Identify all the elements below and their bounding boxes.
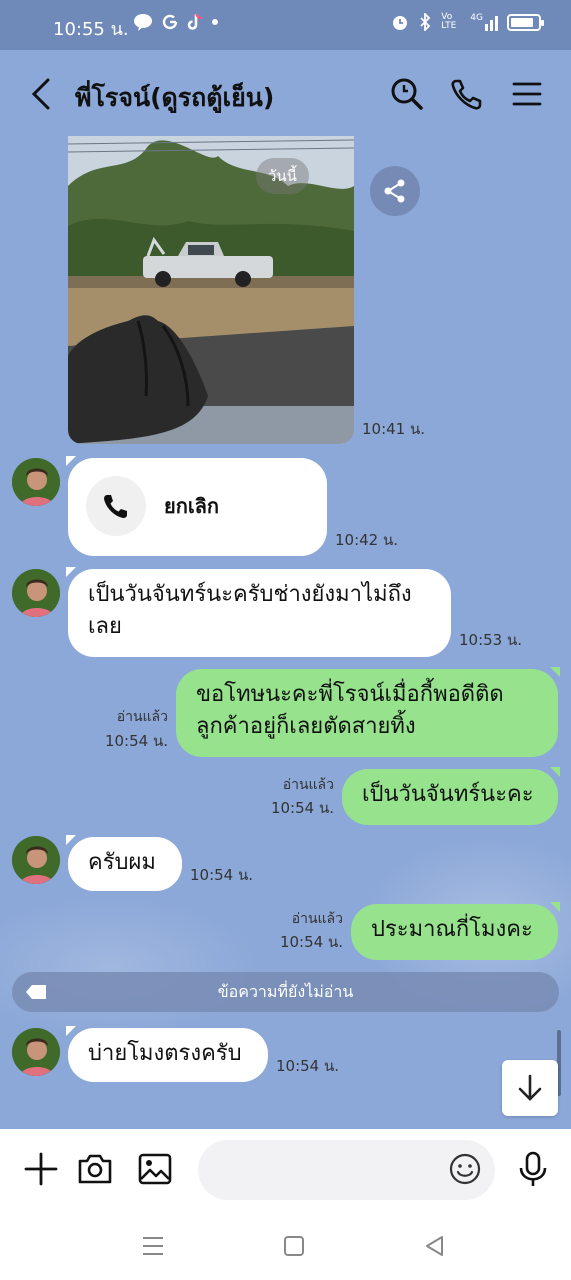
message-time: 10:54 น.	[190, 866, 254, 884]
read-receipt: อ่านแล้ว	[282, 777, 334, 793]
background-cloud	[0, 896, 260, 1036]
incoming-message[interactable]: เป็นวันจันทร์นะครับช่างยังมาไม่ถึง เลย	[68, 569, 451, 657]
outgoing-message[interactable]: ประมาณกี่โมงคะ	[351, 904, 558, 960]
notification-icons	[133, 13, 219, 31]
menu-icon[interactable]	[509, 76, 545, 112]
alarm-icon	[393, 16, 408, 30]
message-time: 10:41 น.	[362, 420, 426, 438]
avatar[interactable]	[12, 836, 60, 884]
message-text-line: ขอโทษนะคะพี่โรจน์เมื่อกี้พอดีติด	[196, 682, 504, 707]
scroll-to-bottom-button[interactable]	[502, 1060, 558, 1116]
emoji-icon[interactable]	[449, 1153, 481, 1185]
search-icon[interactable]	[389, 76, 425, 112]
share-button[interactable]	[370, 166, 420, 216]
image-icon[interactable]	[137, 1151, 173, 1187]
phone-icon[interactable]	[449, 76, 485, 112]
contact-name[interactable]: พี่โรจน์(ดูรถตู้เย็น)	[75, 78, 274, 118]
bluetooth-icon	[420, 13, 431, 31]
line-icon	[134, 14, 152, 31]
message-time: 10:54 น.	[104, 732, 168, 750]
home-icon[interactable]	[281, 1233, 307, 1259]
system-icons: Vo LTE 4G	[391, 12, 544, 31]
back-button[interactable]	[28, 74, 58, 114]
incoming-message[interactable]: บ่ายโมงตรงครับ	[68, 1028, 268, 1082]
battery-icon	[507, 13, 544, 31]
tag-icon	[26, 985, 46, 999]
read-receipt: อ่านแล้ว	[116, 709, 168, 725]
outgoing-message[interactable]: เป็นวันจันทร์นะคะ	[342, 769, 558, 825]
message-text-line: เป็นวันจันทร์นะครับช่างยังมาไม่ถึง	[88, 582, 412, 607]
outgoing-message[interactable]: ขอโทษนะคะพี่โรจน์เมื่อกี้พอดีติด ลูกค้าอ…	[176, 669, 558, 757]
incoming-message[interactable]: ครับผม	[68, 837, 182, 891]
tiktok-icon	[187, 13, 203, 30]
chat-area[interactable]: วันนี้ 10:41 น. ยกเลิก 10:42 น. เป็นวันจ…	[0, 136, 571, 1129]
truck-photo	[68, 136, 354, 444]
microphone-icon[interactable]	[515, 1151, 551, 1187]
avatar[interactable]	[12, 1028, 60, 1076]
message-time: 10:42 น.	[335, 531, 399, 549]
status-time: 10:55 น.	[53, 19, 129, 40]
volte-icon: Vo LTE	[441, 12, 457, 31]
message-input-bar	[0, 1129, 571, 1211]
message-time: 10:54 น.	[279, 933, 343, 951]
call-message[interactable]: ยกเลิก	[68, 458, 327, 556]
date-pill: วันนี้	[256, 158, 309, 194]
call-status: ยกเลิก	[164, 494, 220, 518]
signal-icon: 4G	[470, 13, 498, 31]
google-icon	[162, 14, 178, 30]
message-time: 10:54 น.	[276, 1057, 340, 1075]
message-text-line: ลูกค้าอยู่ก็เลยตัดสายทิ้ง	[196, 714, 416, 739]
status-bar: 10:55 น. Vo LTE 4G	[0, 0, 571, 50]
avatar[interactable]	[12, 458, 60, 506]
avatar[interactable]	[12, 569, 60, 617]
message-text-line: เลย	[88, 614, 122, 639]
system-nav-bar	[0, 1211, 571, 1280]
message-time: 10:53 น.	[459, 631, 523, 649]
share-icon	[384, 179, 405, 203]
image-message[interactable]	[68, 136, 354, 444]
arrow-down-icon	[518, 1074, 542, 1101]
dot-icon	[212, 19, 218, 25]
back-nav-icon[interactable]	[422, 1233, 448, 1259]
unread-divider-label: ข้อความที่ยังไม่อ่าน	[217, 982, 354, 1001]
recent-apps-icon[interactable]	[140, 1233, 166, 1259]
read-receipt: อ่านแล้ว	[291, 911, 343, 927]
call-icon	[86, 476, 146, 536]
unread-divider: ข้อความที่ยังไม่อ่าน	[12, 972, 559, 1012]
message-time: 10:54 น.	[270, 799, 334, 817]
plus-icon[interactable]	[23, 1151, 59, 1187]
chat-header: พี่โรจน์(ดูรถตู้เย็น)	[0, 50, 571, 136]
camera-icon[interactable]	[77, 1151, 113, 1187]
